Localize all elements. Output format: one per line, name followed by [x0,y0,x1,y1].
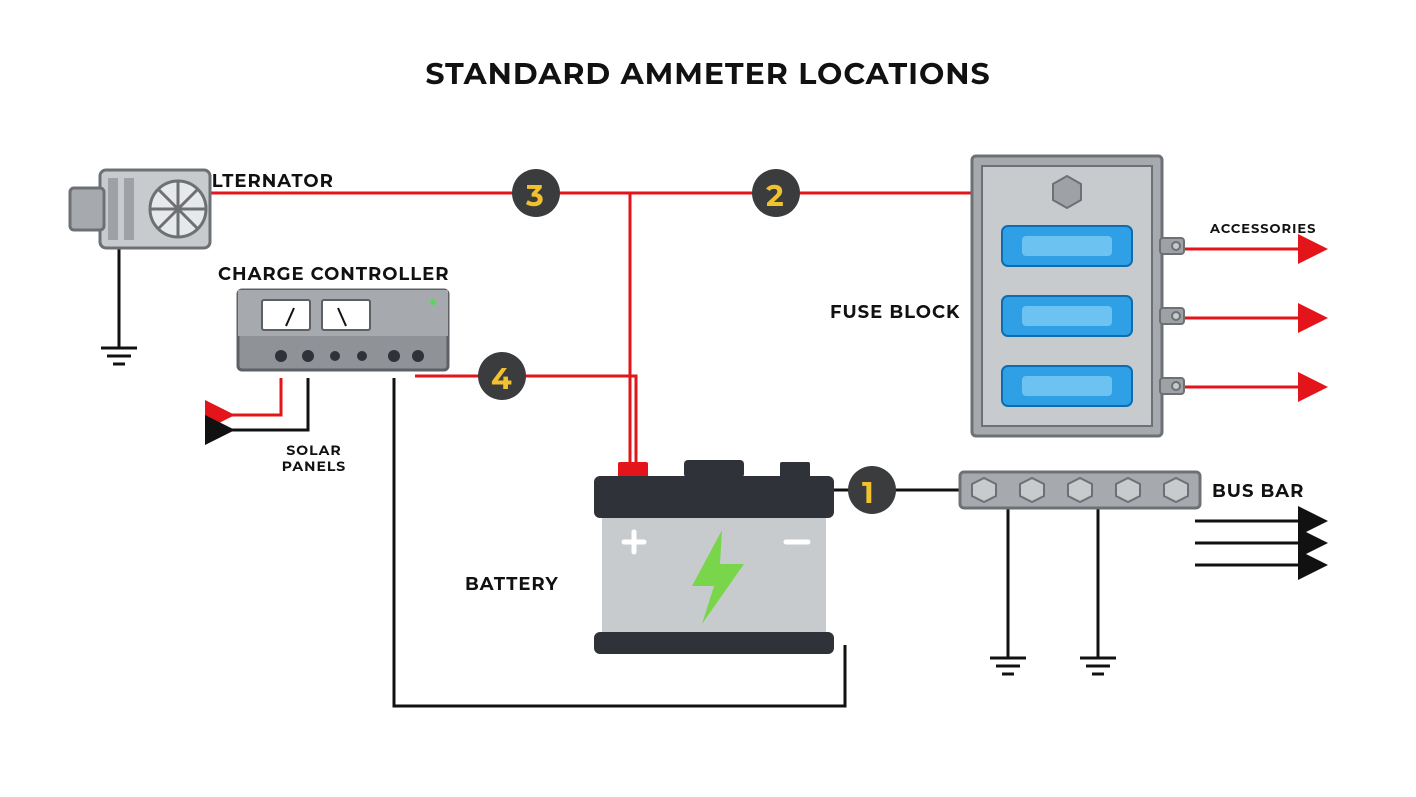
fuse-block-icon [972,156,1184,436]
bus-bar-icon [960,472,1200,508]
alternator-icon [70,170,210,248]
marker-3-text: 3 [526,177,545,214]
diagram-stage: STANDARD AMMETER LOCATIONS ALTERNATOR CH… [0,0,1416,797]
battery-icon [594,460,834,654]
marker-2-text: 2 [766,177,785,214]
diagram-svg [0,0,1416,797]
marker-1-text: 1 [862,474,875,511]
charge-controller-icon [238,290,448,370]
marker-4-text: 4 [491,360,513,397]
